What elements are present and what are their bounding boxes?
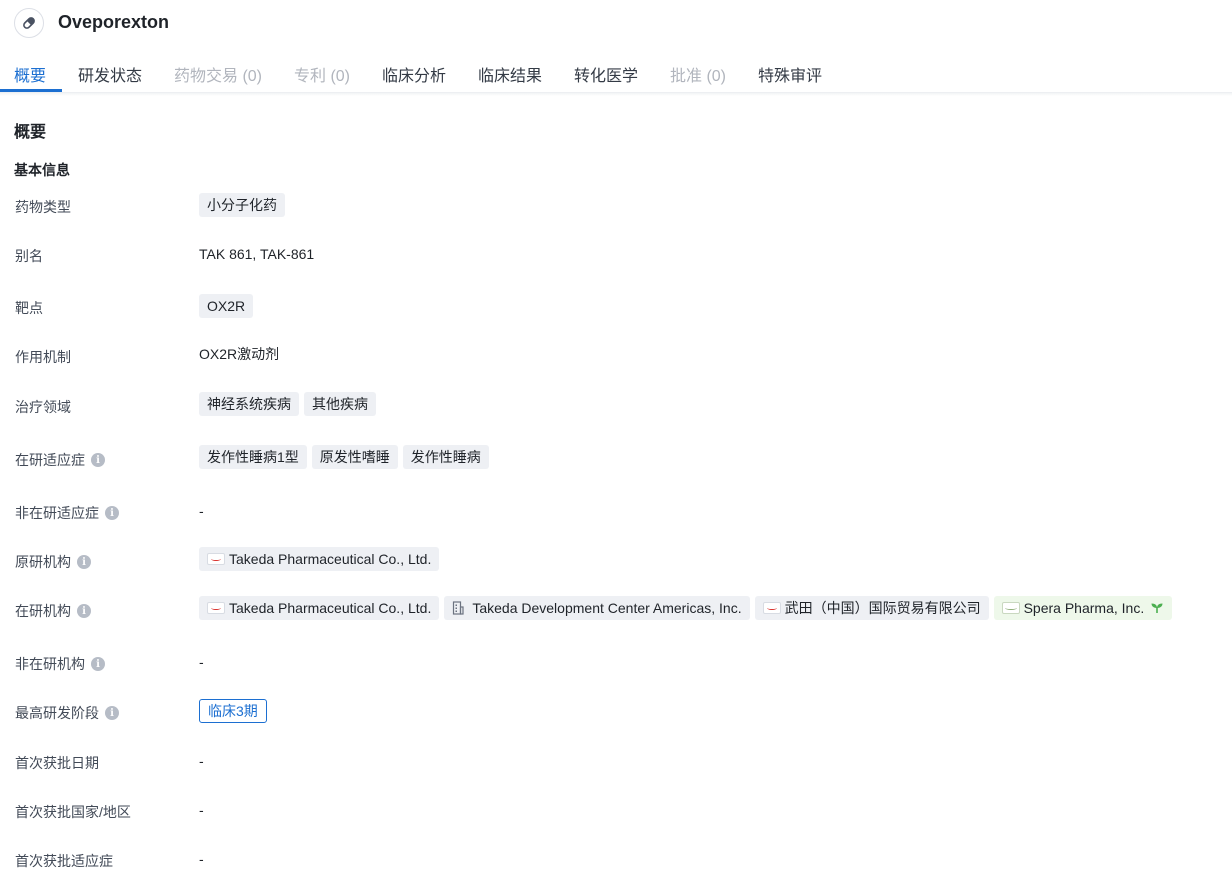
info-icon[interactable]: i <box>91 453 105 467</box>
first-approval-country-label: 首次获批国家/地区 <box>15 804 131 820</box>
basic-info-title: 基本信息 <box>14 162 70 178</box>
tab-bar: 概要 研发状态 药物交易 (0) 专利 (0) 临床分析 临床结果 转化医学 批… <box>0 52 1232 93</box>
section-title: 概要 <box>14 124 47 141</box>
originator-value: Takeda Pharmaceutical Co., Ltd. <box>199 547 444 571</box>
therapeutic-area-tag[interactable]: 神经系统疾病 <box>199 392 299 416</box>
therapeutic-area-tag[interactable]: 其他疾病 <box>304 392 376 416</box>
alias-value: TAK 861, TAK-861 <box>199 246 315 262</box>
takeda-logo-icon <box>207 602 225 614</box>
tab-patents[interactable]: 专利 (0) <box>294 62 350 86</box>
takeda-logo-icon <box>762 602 781 614</box>
indication-tag[interactable]: 原发性嗜睡 <box>311 445 398 469</box>
inactive-orgs-label: 非在研机构 i <box>15 654 105 674</box>
mechanism-label: 作用机制 <box>15 349 71 365</box>
target-tag[interactable]: OX2R <box>199 294 254 318</box>
first-approval-date-value: - <box>199 753 204 769</box>
active-indications-value: 发作性睡病1型 原发性嗜睡 发作性睡病 <box>199 445 494 469</box>
org-tag[interactable]: Spera Pharma, Inc. <box>993 596 1173 620</box>
tab-clinical-results[interactable]: 临床结果 <box>478 62 542 86</box>
inactive-indications-value: - <box>199 503 204 519</box>
tab-deals[interactable]: 药物交易 (0) <box>174 62 262 86</box>
org-tag[interactable]: Takeda Development Center Americas, Inc. <box>444 596 750 620</box>
tab-special-review[interactable]: 特殊审评 <box>758 62 822 86</box>
highest-phase-value: 临床3期 <box>199 699 267 723</box>
sprout-icon <box>1150 602 1164 614</box>
inactive-orgs-value: - <box>199 654 204 670</box>
info-icon[interactable]: i <box>105 506 119 520</box>
indication-tag[interactable]: 发作性睡病1型 <box>199 445 307 469</box>
tab-clinical-analysis[interactable]: 临床分析 <box>382 62 446 86</box>
active-orgs-label: 在研机构 i <box>15 601 91 621</box>
mechanism-value: OX2R激动剂 <box>199 346 280 362</box>
highest-phase-label: 最高研发阶段 i <box>15 703 119 723</box>
target-label: 靶点 <box>15 300 43 316</box>
info-icon[interactable]: i <box>91 657 105 671</box>
takeda-logo-icon <box>207 553 225 565</box>
first-approval-country-value: - <box>199 802 204 818</box>
tab-overview[interactable]: 概要 <box>14 62 46 86</box>
tab-translational[interactable]: 转化医学 <box>574 62 638 86</box>
drug-type-tag[interactable]: 小分子化药 <box>199 193 285 217</box>
org-tag[interactable]: 武田（中国）国际贸易有限公司 <box>754 596 989 620</box>
info-icon[interactable]: i <box>105 706 119 720</box>
target-value: OX2R <box>199 294 258 318</box>
org-tag[interactable]: Takeda Pharmaceutical Co., Ltd. <box>199 596 440 620</box>
tab-rd-status[interactable]: 研发状态 <box>78 62 142 86</box>
active-indications-label: 在研适应症 i <box>15 450 105 470</box>
tab-approvals[interactable]: 批准 (0) <box>670 62 726 86</box>
first-approval-indication-label: 首次获批适应症 <box>15 853 113 869</box>
info-icon[interactable]: i <box>77 555 91 569</box>
info-icon[interactable]: i <box>77 604 91 618</box>
pill-icon <box>14 8 44 38</box>
therapeutic-area-value: 神经系统疾病 其他疾病 <box>199 392 381 416</box>
alias-label: 别名 <box>15 248 43 264</box>
first-approval-date-label: 首次获批日期 <box>15 755 99 771</box>
indication-tag[interactable]: 发作性睡病 <box>402 445 489 469</box>
phase-badge[interactable]: 临床3期 <box>199 699 267 723</box>
spera-logo-icon <box>1001 602 1020 614</box>
first-approval-indication-value: - <box>199 851 204 867</box>
building-icon <box>452 601 464 615</box>
tab-bar-shadow <box>0 92 1232 96</box>
drug-type-value: 小分子化药 <box>199 193 290 217</box>
drug-title: Oveporexton <box>58 12 170 32</box>
active-orgs-value: Takeda Pharmaceutical Co., Ltd. Takeda D… <box>199 596 1177 620</box>
drug-type-label: 药物类型 <box>15 199 71 215</box>
inactive-indications-label: 非在研适应症 i <box>15 503 119 523</box>
page-header: Oveporexton <box>0 0 1232 48</box>
therapeutic-area-label: 治疗领域 <box>15 399 71 415</box>
originator-label: 原研机构 i <box>15 552 91 572</box>
org-tag[interactable]: Takeda Pharmaceutical Co., Ltd. <box>199 547 440 571</box>
